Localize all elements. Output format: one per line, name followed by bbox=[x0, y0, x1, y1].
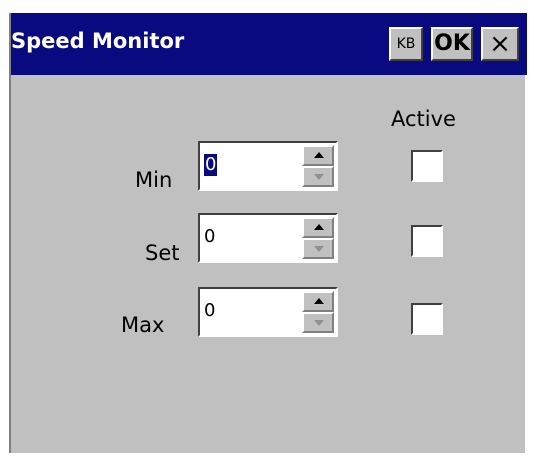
max-spin-buttons bbox=[302, 291, 334, 333]
set-increment-button[interactable] bbox=[302, 217, 334, 238]
min-active-checkbox[interactable] bbox=[411, 150, 443, 182]
arrow-down-icon bbox=[314, 246, 324, 252]
min-label: Min bbox=[135, 168, 173, 192]
speed-monitor-window: Speed Monitor KB OK × Active Min 0 Set 0 bbox=[9, 13, 527, 453]
active-header: Active bbox=[391, 107, 456, 131]
max-label: Max bbox=[121, 313, 165, 337]
min-decrement-button[interactable] bbox=[302, 166, 334, 187]
min-spinbox[interactable]: 0 bbox=[198, 141, 338, 191]
set-spin-buttons bbox=[302, 217, 334, 259]
set-spinbox[interactable]: 0 bbox=[198, 213, 338, 263]
keyboard-button[interactable]: KB bbox=[389, 27, 423, 61]
set-value[interactable]: 0 bbox=[204, 226, 215, 248]
min-increment-button[interactable] bbox=[302, 145, 334, 166]
arrow-up-icon bbox=[314, 224, 324, 230]
arrow-up-icon bbox=[314, 152, 324, 158]
max-increment-button[interactable] bbox=[302, 291, 334, 312]
close-button[interactable]: × bbox=[481, 27, 519, 61]
set-label: Set bbox=[145, 241, 180, 265]
max-value[interactable]: 0 bbox=[204, 300, 215, 322]
window-title: Speed Monitor bbox=[11, 29, 185, 53]
ok-button[interactable]: OK bbox=[431, 27, 473, 61]
min-value[interactable]: 0 bbox=[204, 154, 218, 176]
max-decrement-button[interactable] bbox=[302, 312, 334, 333]
min-spin-buttons bbox=[302, 145, 334, 187]
arrow-down-icon bbox=[314, 174, 324, 180]
arrow-up-icon bbox=[314, 298, 324, 304]
arrow-down-icon bbox=[314, 320, 324, 326]
max-active-checkbox[interactable] bbox=[411, 303, 443, 335]
max-spinbox[interactable]: 0 bbox=[198, 287, 338, 337]
title-bar[interactable]: Speed Monitor KB OK × bbox=[11, 13, 527, 75]
set-active-checkbox[interactable] bbox=[411, 225, 443, 257]
set-decrement-button[interactable] bbox=[302, 238, 334, 259]
